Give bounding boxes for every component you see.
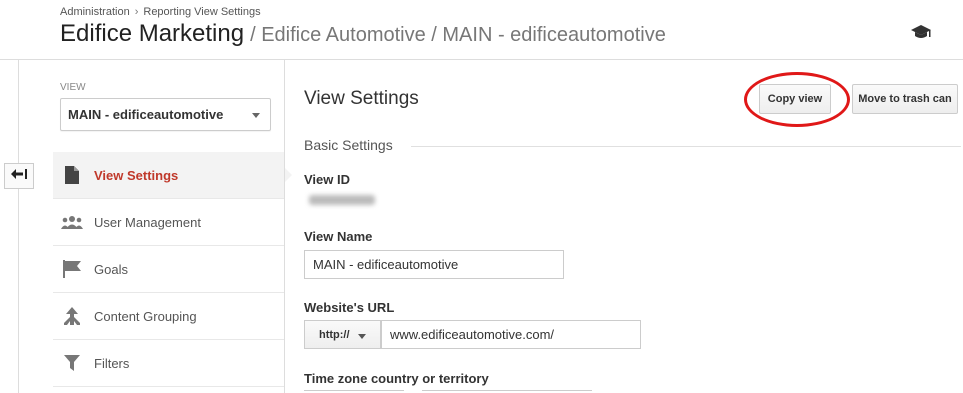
section-divider	[411, 146, 961, 147]
view-selector[interactable]: MAIN - edificeautomotive	[60, 98, 271, 131]
users-icon	[61, 212, 83, 232]
sidebar-item-view-settings[interactable]: View Settings	[53, 152, 292, 199]
breadcrumb-administration[interactable]: Administration	[60, 6, 130, 18]
protocol-select-value: http://	[319, 328, 350, 341]
admin-sidebar: VIEW MAIN - edificeautomotive View Setti…	[53, 60, 292, 393]
title-row: Edifice Marketing / Edifice Automotive / …	[60, 20, 666, 48]
sidebar-item-user-management[interactable]: User Management	[53, 199, 284, 246]
sidebar-divider	[284, 60, 285, 393]
view-id-label: View ID	[304, 172, 351, 187]
flag-icon	[61, 259, 83, 279]
sidebar-item-label: Goals	[94, 261, 128, 277]
view-name-label: View Name	[304, 229, 373, 244]
breadcrumb-separator: ›	[134, 6, 139, 18]
page-header: Administration › Reporting View Settings E…	[0, 0, 963, 60]
move-to-trash-button[interactable]: Move to trash can	[852, 84, 958, 114]
section-title: Basic Settings	[304, 137, 393, 153]
sidebar-item-label: Content Grouping	[94, 308, 197, 324]
left-strip	[0, 60, 36, 393]
account-name[interactable]: Edifice Marketing	[60, 20, 244, 47]
sidebar-item-label: View Settings	[94, 167, 179, 183]
breadcrumb-reporting-view-settings: Reporting View Settings	[143, 6, 261, 18]
graduation-cap-icon[interactable]	[910, 22, 932, 42]
chevron-down-icon	[358, 334, 366, 339]
filter-icon	[61, 353, 83, 373]
sidebar-nav: View Settings User Management Goals Cont…	[53, 152, 292, 387]
sidebar-item-content-grouping[interactable]: Content Grouping	[53, 293, 284, 340]
protocol-select[interactable]: http://	[304, 320, 381, 349]
view-selector-value: MAIN - edificeautomotive	[68, 107, 224, 122]
sidebar-item-goals[interactable]: Goals	[53, 246, 284, 293]
sidebar-item-label: Filters	[94, 355, 130, 371]
website-url-input[interactable]	[381, 320, 641, 349]
property-view-path[interactable]: / Edifice Automotive / MAIN - edificeaut…	[250, 24, 666, 46]
website-url-label: Website's URL	[304, 300, 395, 315]
view-label: VIEW	[60, 82, 86, 93]
chevron-down-icon	[252, 113, 260, 118]
collapse-button[interactable]	[4, 163, 34, 189]
strip-divider	[18, 60, 19, 393]
main-content: View Settings Copy view Move to trash ca…	[304, 60, 963, 393]
breadcrumb: Administration › Reporting View Settings	[60, 6, 261, 18]
view-id-value-redacted	[309, 195, 375, 205]
back-arrow-icon	[11, 167, 27, 185]
view-name-input[interactable]	[304, 250, 564, 279]
content-grouping-icon	[61, 306, 83, 326]
sidebar-item-label: User Management	[94, 214, 201, 230]
page-title: View Settings	[304, 88, 419, 109]
timezone-label: Time zone country or territory	[304, 371, 489, 386]
annotation-circle	[744, 72, 850, 127]
sidebar-item-filters[interactable]: Filters	[53, 340, 284, 387]
document-icon	[61, 165, 83, 185]
